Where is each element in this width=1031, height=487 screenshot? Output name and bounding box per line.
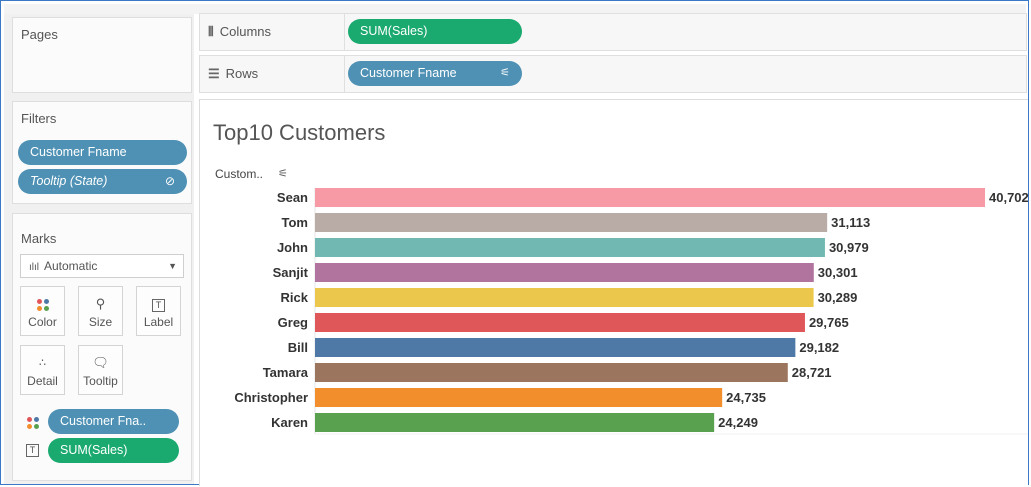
rows-shelf-label: ☰ Rows <box>200 56 345 92</box>
marks-pill-label: Customer Fna.. <box>60 414 147 428</box>
sort-descending-icon: ⚟ <box>500 67 510 79</box>
bar[interactable] <box>315 238 825 257</box>
label-icon: T <box>26 444 39 457</box>
marks-label-button[interactable]: T Label <box>136 286 181 336</box>
filter-pill-label: Customer Fname <box>30 145 127 159</box>
link-icon: ⊘ <box>164 174 175 188</box>
data-label: 29,765 <box>809 315 849 330</box>
color-dots-icon <box>21 293 64 315</box>
bar[interactable] <box>315 288 814 307</box>
category-label[interactable]: Tamara <box>263 365 309 380</box>
category-label[interactable]: Christopher <box>234 390 308 405</box>
category-label[interactable]: Rick <box>281 290 309 305</box>
rows-pill-label: Customer Fname <box>360 66 457 80</box>
rows-shelf[interactable]: ☰ Rows Customer Fname ⚟ <box>199 55 1027 93</box>
chevron-down-icon: ▼ <box>168 261 177 271</box>
bar-chart-icon: ılıl <box>29 262 39 273</box>
marks-pill-label: SUM(Sales) <box>60 443 128 457</box>
category-label[interactable]: Tom <box>282 215 308 230</box>
color-dots-icon <box>27 414 39 432</box>
data-label: 24,249 <box>718 415 758 430</box>
bar[interactable] <box>315 188 985 207</box>
mark-type-dropdown[interactable]: ılıl Automatic ▼ <box>20 254 184 278</box>
pages-card[interactable]: Pages <box>12 17 192 93</box>
sort-descending-icon[interactable]: ⚟ <box>278 168 288 180</box>
data-label: 29,182 <box>799 340 839 355</box>
marks-size-button[interactable]: ⚲ Size <box>78 286 123 336</box>
filters-card: Filters Customer Fname Tooltip (State) ⊘ <box>12 101 192 204</box>
marks-button-label: Color <box>28 315 57 329</box>
bar[interactable] <box>315 363 788 382</box>
label-icon: T <box>137 293 180 315</box>
marks-pill-sum-sales[interactable]: SUM(Sales) <box>48 438 179 463</box>
marks-detail-button[interactable]: ∴ Detail <box>20 345 65 395</box>
data-label: 30,301 <box>818 265 858 280</box>
bar[interactable] <box>315 313 805 332</box>
data-label: 28,721 <box>792 365 832 380</box>
category-label[interactable]: Bill <box>288 340 308 355</box>
bar[interactable] <box>315 388 723 407</box>
worksheet-area: Top10 Customers Custom.. ⚟ Sean 40,702 Tom… <box>199 99 1028 486</box>
bar[interactable] <box>315 263 814 282</box>
bar[interactable] <box>315 413 715 432</box>
rows-icon: ☰ <box>208 66 220 81</box>
columns-shelf-label: ⦀ Columns <box>200 14 345 50</box>
category-label[interactable]: Sean <box>277 190 308 205</box>
columns-pill-label: SUM(Sales) <box>360 24 428 38</box>
pages-title: Pages <box>21 27 58 42</box>
category-label[interactable]: John <box>277 240 308 255</box>
marks-button-label: Label <box>143 315 174 329</box>
data-label: 24,735 <box>726 390 766 405</box>
marks-tooltip-button[interactable]: 🗨 Tooltip <box>78 345 123 395</box>
filter-pill-customer-fname[interactable]: Customer Fname <box>18 140 187 165</box>
category-label[interactable]: Karen <box>271 415 308 430</box>
chart-title: Top10 Customers <box>213 120 385 145</box>
columns-shelf[interactable]: ⦀ Columns SUM(Sales) <box>199 13 1027 51</box>
columns-icon: ⦀ <box>208 24 214 39</box>
rows-label: Rows <box>225 66 259 81</box>
marks-pill-customer-fname[interactable]: Customer Fna.. <box>48 409 179 434</box>
filters-title: Filters <box>21 111 57 126</box>
bar[interactable] <box>315 213 828 232</box>
size-icon: ⚲ <box>95 296 106 311</box>
bar-chart: Top10 Customers Custom.. ⚟ Sean 40,702 Tom… <box>213 120 1028 435</box>
category-label[interactable]: Greg <box>278 315 308 330</box>
marks-color-button[interactable]: Color <box>20 286 65 336</box>
mark-type-value: Automatic <box>44 259 98 273</box>
data-label: 30,289 <box>818 290 858 305</box>
bar[interactable] <box>315 338 796 357</box>
marks-button-label: Size <box>88 315 113 329</box>
filter-pill-tooltip-state[interactable]: Tooltip (State) ⊘ <box>18 169 187 194</box>
marks-title: Marks <box>21 231 57 246</box>
data-label: 40,702 <box>989 190 1028 205</box>
columns-pill-sum-sales[interactable]: SUM(Sales) <box>348 19 522 44</box>
category-label[interactable]: Sanjit <box>273 265 309 280</box>
marks-button-label: Detail <box>27 374 58 388</box>
filter-pill-label: Tooltip (State) <box>30 174 108 188</box>
tooltip-icon: 🗨 <box>92 355 109 370</box>
columns-label: Columns <box>219 24 272 39</box>
detail-icon: ∴ <box>39 357 46 369</box>
marks-button-label: Tooltip <box>83 374 118 388</box>
data-label: 30,979 <box>829 240 869 255</box>
row-header-customer[interactable]: Custom.. <box>215 167 263 181</box>
data-label: 31,113 <box>831 215 870 230</box>
rows-pill-customer-fname[interactable]: Customer Fname ⚟ <box>348 61 522 86</box>
